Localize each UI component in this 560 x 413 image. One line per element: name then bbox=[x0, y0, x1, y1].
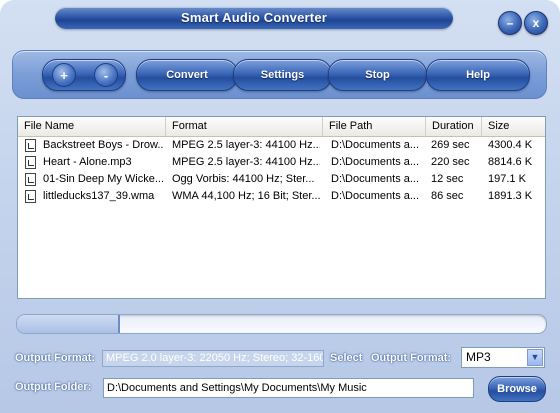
size-cell: 1891.3 K bbox=[488, 190, 533, 202]
audio-file-icon bbox=[25, 173, 36, 186]
format-cell: MPEG 2.5 layer-3: 44100 Hz... bbox=[172, 139, 320, 151]
column-file-path[interactable]: File Path bbox=[323, 117, 426, 136]
path-cell: D:\Documents a... bbox=[331, 173, 420, 185]
file-name-cell: Heart - Alone.mp3 bbox=[43, 156, 132, 168]
selected-format: MP3 bbox=[466, 350, 491, 364]
table-row[interactable]: littleducks137_39.wma WMA 44,100 Hz; 16 … bbox=[18, 188, 545, 205]
column-duration[interactable]: Duration bbox=[426, 117, 482, 136]
size-cell: 4300.4 K bbox=[488, 139, 533, 151]
duration-cell: 220 sec bbox=[431, 156, 470, 168]
duration-cell: 12 sec bbox=[431, 173, 464, 185]
audio-file-icon bbox=[25, 190, 36, 203]
convert-button[interactable]: Convert bbox=[136, 59, 238, 91]
output-folder-input[interactable]: D:\Documents and Settings\My Documents\M… bbox=[103, 378, 474, 398]
list-header: File Name Format File Path Duration Size bbox=[18, 117, 545, 137]
help-button[interactable]: Help bbox=[426, 59, 530, 91]
select-label: Select bbox=[330, 352, 363, 364]
table-row[interactable]: Heart - Alone.mp3 MPEG 2.5 layer-3: 4410… bbox=[18, 154, 545, 171]
app-window: Smart Audio Converter – x + - Convert Se… bbox=[0, 0, 560, 413]
file-name-cell: littleducks137_39.wma bbox=[43, 190, 155, 202]
title-bar[interactable]: Smart Audio Converter bbox=[55, 7, 453, 29]
size-cell: 8814.6 K bbox=[488, 156, 533, 168]
progress-fill bbox=[17, 315, 120, 333]
table-row[interactable]: 01-Sin Deep My Wicke... Ogg Vorbis: 4410… bbox=[18, 171, 545, 188]
path-cell: D:\Documents a... bbox=[331, 190, 420, 202]
output-format-field: MPEG 2.0 layer-3: 22050 Hz; Stereo; 32-1… bbox=[102, 350, 324, 367]
conversion-progress-bar bbox=[16, 314, 547, 334]
remove-file-button[interactable]: - bbox=[94, 63, 118, 87]
output-format-label: Output Format: bbox=[15, 352, 96, 364]
output-format-select[interactable]: MP3 ▼ bbox=[461, 347, 545, 368]
column-size[interactable]: Size bbox=[482, 117, 545, 136]
format-cell: Ogg Vorbis: 44100 Hz; Ster... bbox=[172, 173, 315, 185]
file-list[interactable]: File Name Format File Path Duration Size… bbox=[17, 116, 546, 299]
format-cell: WMA 44,100 Hz; 16 Bit; Ster... bbox=[172, 190, 320, 202]
window-title: Smart Audio Converter bbox=[180, 10, 328, 25]
stop-button[interactable]: Stop bbox=[328, 59, 427, 91]
file-name-cell: 01-Sin Deep My Wicke... bbox=[43, 173, 163, 185]
output-folder-label: Output Folder: bbox=[15, 381, 92, 393]
column-format[interactable]: Format bbox=[166, 117, 323, 136]
select-output-format-label: Output Format: bbox=[371, 352, 452, 364]
browse-button[interactable]: Browse bbox=[488, 376, 546, 402]
path-cell: D:\Documents a... bbox=[331, 156, 420, 168]
table-row[interactable]: Backstreet Boys - Drow... MPEG 2.5 layer… bbox=[18, 137, 545, 154]
size-cell: 197.1 K bbox=[488, 173, 526, 185]
duration-cell: 269 sec bbox=[431, 139, 470, 151]
column-file-name[interactable]: File Name bbox=[18, 117, 166, 136]
file-name-cell: Backstreet Boys - Drow... bbox=[43, 139, 163, 151]
format-cell: MPEG 2.5 layer-3: 44100 Hz... bbox=[172, 156, 320, 168]
add-file-button[interactable]: + bbox=[52, 63, 76, 87]
minimize-button[interactable]: – bbox=[498, 11, 522, 35]
chevron-down-icon[interactable]: ▼ bbox=[527, 349, 543, 366]
audio-file-icon bbox=[25, 156, 36, 169]
close-button[interactable]: x bbox=[524, 11, 548, 35]
path-cell: D:\Documents a... bbox=[331, 139, 420, 151]
settings-button[interactable]: Settings bbox=[233, 59, 332, 91]
duration-cell: 86 sec bbox=[431, 190, 464, 202]
audio-file-icon bbox=[25, 139, 36, 152]
